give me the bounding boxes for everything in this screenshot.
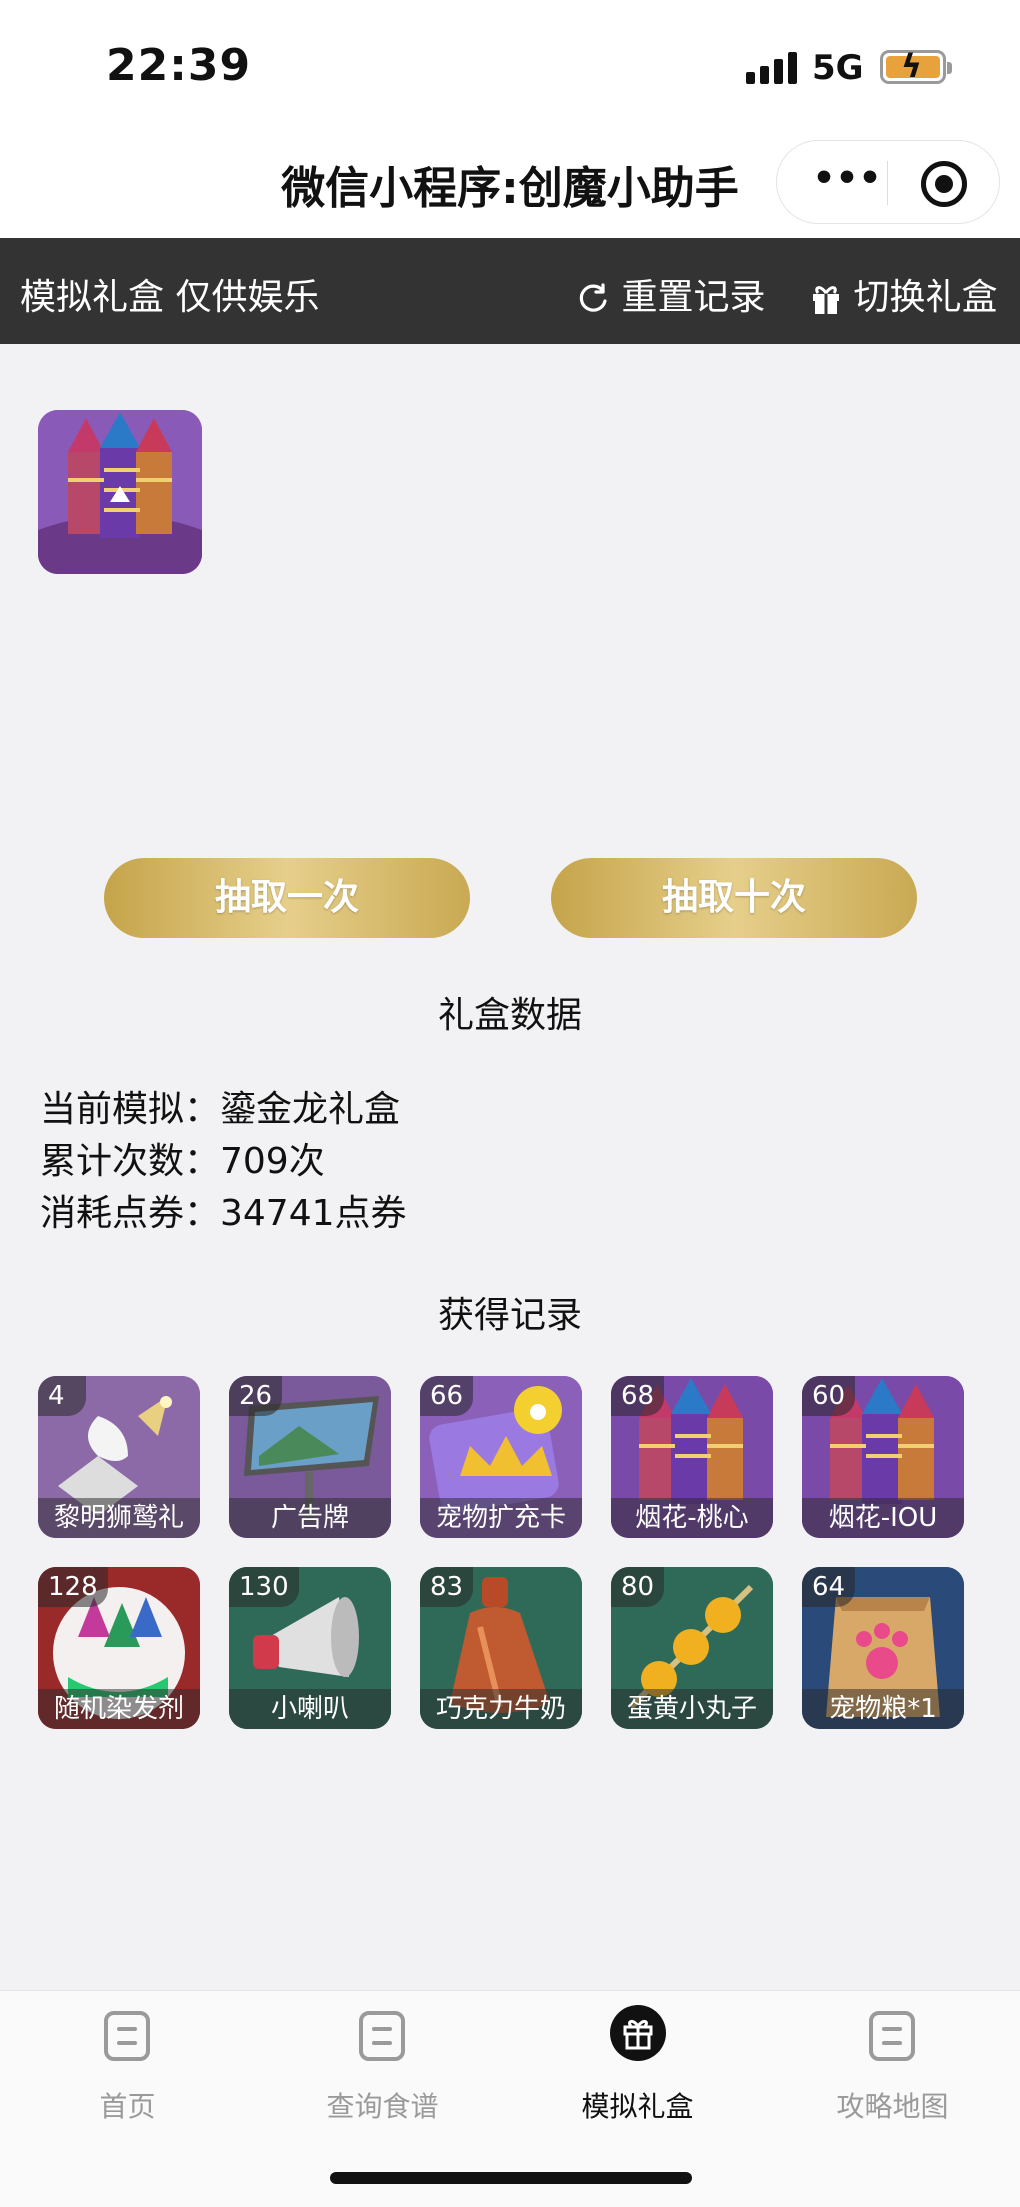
record-item[interactable]: 66 宠物扩充卡 xyxy=(420,1376,582,1538)
tab-giftbox[interactable]: 模拟礼盒 xyxy=(510,2005,765,2131)
stat-key: 累计次数： xyxy=(40,1141,221,1182)
stat-value: 34741点券 xyxy=(220,1193,407,1234)
record-name: 黎明狮鹫礼 xyxy=(38,1498,200,1538)
title-bar: 微信小程序:创魔小助手 ••• xyxy=(0,130,1020,238)
record-count: 128 xyxy=(38,1567,108,1607)
reset-record-button[interactable]: 重置记录 xyxy=(576,268,765,320)
record-name: 烟花-桃心 xyxy=(611,1498,773,1538)
record-item[interactable]: 130 小喇叭 xyxy=(229,1567,391,1729)
record-item[interactable]: 4 黎明狮鹫礼 xyxy=(38,1376,200,1538)
record-count: 4 xyxy=(38,1376,86,1416)
record-item[interactable]: 80 蛋黄小丸子 xyxy=(611,1567,773,1729)
document-icon xyxy=(359,2011,405,2061)
record-count: 60 xyxy=(802,1376,856,1416)
stat-points-spent: 消耗点券：34741点券 xyxy=(40,1184,407,1236)
refresh-icon xyxy=(579,283,607,312)
record-item[interactable]: 83 巧克力牛奶 xyxy=(420,1567,582,1729)
status-bar: 22:39 5G ϟ xyxy=(0,0,1020,130)
record-item[interactable]: 128 随机染发剂 xyxy=(38,1567,200,1729)
giftbox-data-title: 礼盒数据 xyxy=(437,995,582,1036)
tab-label: 查询食谱 xyxy=(326,2090,439,2123)
status-time: 22:39 xyxy=(106,40,252,91)
tab-home[interactable]: 首页 xyxy=(0,2011,255,2131)
stat-value: 709次 xyxy=(220,1141,325,1182)
battery-icon: ϟ xyxy=(880,47,952,85)
document-icon xyxy=(104,2011,150,2061)
switch-giftbox-button[interactable]: 切换礼盒 xyxy=(810,268,997,320)
record-item[interactable]: 68 烟花-桃心 xyxy=(611,1376,773,1538)
network-label: 5G xyxy=(812,48,864,88)
stat-value: 鎏金龙礼盒 xyxy=(220,1089,401,1130)
record-name: 广告牌 xyxy=(229,1498,391,1538)
stat-key: 当前模拟： xyxy=(40,1089,221,1130)
tab-guide-map[interactable]: 攻略地图 xyxy=(765,2011,1020,2131)
record-name: 宠物扩充卡 xyxy=(420,1498,582,1538)
toolbar: 模拟礼盒 仅供娱乐 重置记录 切换礼盒 xyxy=(0,238,1020,344)
reset-record-label: 重置记录 xyxy=(621,277,766,318)
record-count: 83 xyxy=(420,1567,474,1607)
record-count: 66 xyxy=(420,1376,474,1416)
close-button[interactable] xyxy=(921,161,967,207)
gift-icon xyxy=(813,286,839,314)
record-item[interactable]: 26 广告牌 xyxy=(229,1376,391,1538)
tab-label: 首页 xyxy=(99,2090,156,2123)
record-count: 64 xyxy=(802,1567,856,1607)
record-count: 26 xyxy=(229,1376,283,1416)
record-name: 小喇叭 xyxy=(229,1689,391,1729)
record-name: 宠物粮*1 xyxy=(802,1689,964,1729)
record-count: 130 xyxy=(229,1567,299,1607)
draw-once-button[interactable]: 抽取一次 xyxy=(104,858,470,938)
record-name: 蛋黄小丸子 xyxy=(611,1689,773,1729)
stat-key: 消耗点券： xyxy=(40,1193,221,1234)
record-count: 80 xyxy=(611,1567,665,1607)
firework-icon xyxy=(38,410,202,574)
record-name: 巧克力牛奶 xyxy=(420,1689,582,1729)
tab-label: 攻略地图 xyxy=(836,2090,949,2123)
record-name: 随机染发剂 xyxy=(38,1689,200,1729)
record-name: 烟花-IOU xyxy=(802,1498,964,1538)
tab-label: 模拟礼盒 xyxy=(581,2090,694,2123)
gift-icon xyxy=(610,2005,666,2061)
record-item[interactable]: 60 烟花-IOU xyxy=(802,1376,964,1538)
capsule-menu: ••• xyxy=(776,140,1000,224)
tab-recipes[interactable]: 查询食谱 xyxy=(255,2011,510,2131)
home-indicator xyxy=(330,2172,692,2184)
stat-total-count: 累计次数：709次 xyxy=(40,1132,325,1184)
record-count: 68 xyxy=(611,1376,665,1416)
records-title: 获得记录 xyxy=(437,1295,582,1336)
switch-giftbox-label: 切换礼盒 xyxy=(853,277,998,318)
more-button[interactable]: ••• xyxy=(807,159,887,205)
signal-icon xyxy=(746,52,798,84)
stat-current-box: 当前模拟：鎏金龙礼盒 xyxy=(40,1080,400,1132)
banner-label: 模拟礼盒 仅供娱乐 xyxy=(20,277,320,318)
record-item[interactable]: 64 宠物粮*1 xyxy=(802,1567,964,1729)
draw-ten-button[interactable]: 抽取十次 xyxy=(551,858,917,938)
capsule-divider xyxy=(887,161,888,205)
document-icon xyxy=(869,2011,915,2061)
